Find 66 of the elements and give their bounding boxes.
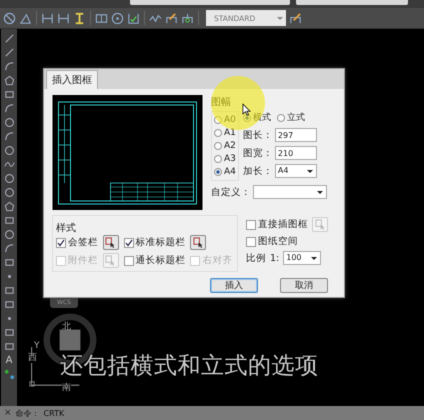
arc-icon[interactable] bbox=[4, 243, 14, 254]
field-label: 加长： bbox=[242, 164, 273, 178]
pick-button[interactable] bbox=[190, 235, 206, 250]
checkbox[interactable]: 图纸空间 bbox=[246, 235, 298, 248]
size-radio[interactable]: A2 bbox=[214, 141, 236, 151]
checkmark-icon bbox=[57, 238, 65, 246]
rectangle-icon[interactable] bbox=[4, 285, 14, 296]
command-prompt: 命令： bbox=[16, 408, 40, 418]
scale-ratio: 1: bbox=[270, 252, 280, 264]
rectangle-icon[interactable] bbox=[4, 327, 14, 338]
cancel-button[interactable]: 取消 bbox=[280, 278, 328, 293]
close-icon[interactable]: × bbox=[4, 408, 12, 418]
arc-icon[interactable] bbox=[4, 103, 14, 114]
arc-icon[interactable] bbox=[4, 131, 14, 142]
subtitle: 还包括横式和立式的选项 bbox=[60, 352, 318, 381]
caret-icon bbox=[306, 170, 313, 172]
circle-icon[interactable] bbox=[4, 117, 14, 128]
pointer-icon bbox=[242, 103, 251, 116]
scale-label: 比例 bbox=[246, 252, 266, 264]
rectangle-icon[interactable] bbox=[4, 89, 14, 100]
checkmark-icon bbox=[124, 238, 132, 246]
compass-label: 南 bbox=[62, 383, 71, 393]
input-field[interactable]: 297 bbox=[274, 128, 317, 142]
arc-icon[interactable] bbox=[4, 61, 14, 72]
circle-icon[interactable] bbox=[4, 187, 14, 198]
field-label: 自定义： bbox=[211, 186, 251, 198]
dots-icon[interactable] bbox=[4, 369, 14, 380]
input-field[interactable]: 210 bbox=[274, 146, 317, 160]
circle-icon[interactable] bbox=[4, 145, 14, 156]
polygon-icon[interactable] bbox=[4, 201, 14, 212]
group-title: 样式 bbox=[56, 223, 76, 234]
size-radio[interactable]: A4 bbox=[214, 167, 236, 177]
field-label: 图宽： bbox=[242, 146, 273, 160]
rectangle-icon[interactable] bbox=[4, 341, 14, 352]
line-icon[interactable] bbox=[4, 47, 14, 58]
caret-icon bbox=[277, 16, 283, 20]
text-tool-icon[interactable]: A bbox=[6, 355, 12, 366]
rectangle-icon[interactable] bbox=[4, 215, 14, 226]
size-radio[interactable]: A3 bbox=[214, 154, 236, 164]
scale-dropdown[interactable]: 100 bbox=[283, 251, 322, 265]
insert-button[interactable]: 插入 bbox=[210, 278, 258, 293]
compass-label: 北 bbox=[62, 322, 71, 332]
rectangle-icon[interactable] bbox=[4, 257, 14, 268]
size-dropdown[interactable]: A4 bbox=[274, 164, 317, 178]
checkbox[interactable]: 标准标题栏 bbox=[124, 236, 186, 249]
caret-icon bbox=[317, 190, 323, 194]
line-icon[interactable] bbox=[4, 33, 14, 44]
command-text: CRTK bbox=[44, 408, 64, 418]
orientation-radio[interactable]: 立式 bbox=[276, 111, 305, 124]
circle-icon[interactable] bbox=[4, 229, 14, 240]
checkbox[interactable]: 会签栏 bbox=[56, 236, 98, 249]
spline-icon[interactable] bbox=[4, 159, 14, 170]
circle-icon[interactable] bbox=[4, 173, 14, 184]
dimension-style-icon[interactable] bbox=[289, 12, 302, 24]
dialog-tab[interactable]: 插入图框 bbox=[46, 70, 98, 89]
caret-icon bbox=[311, 256, 318, 260]
field-label: 图长： bbox=[242, 128, 273, 142]
checkbox[interactable]: 通长标题栏 bbox=[124, 254, 186, 267]
compass-label: 西 bbox=[28, 353, 37, 363]
rectangle-icon[interactable] bbox=[4, 299, 14, 310]
polygon-icon[interactable] bbox=[4, 75, 14, 86]
size-radio[interactable]: A1 bbox=[214, 128, 236, 138]
axis-label: Y bbox=[34, 341, 40, 351]
pick-button[interactable] bbox=[102, 235, 119, 250]
group-title: 图幅 bbox=[211, 96, 232, 109]
checkbox[interactable]: 直接插图框 bbox=[246, 218, 308, 231]
